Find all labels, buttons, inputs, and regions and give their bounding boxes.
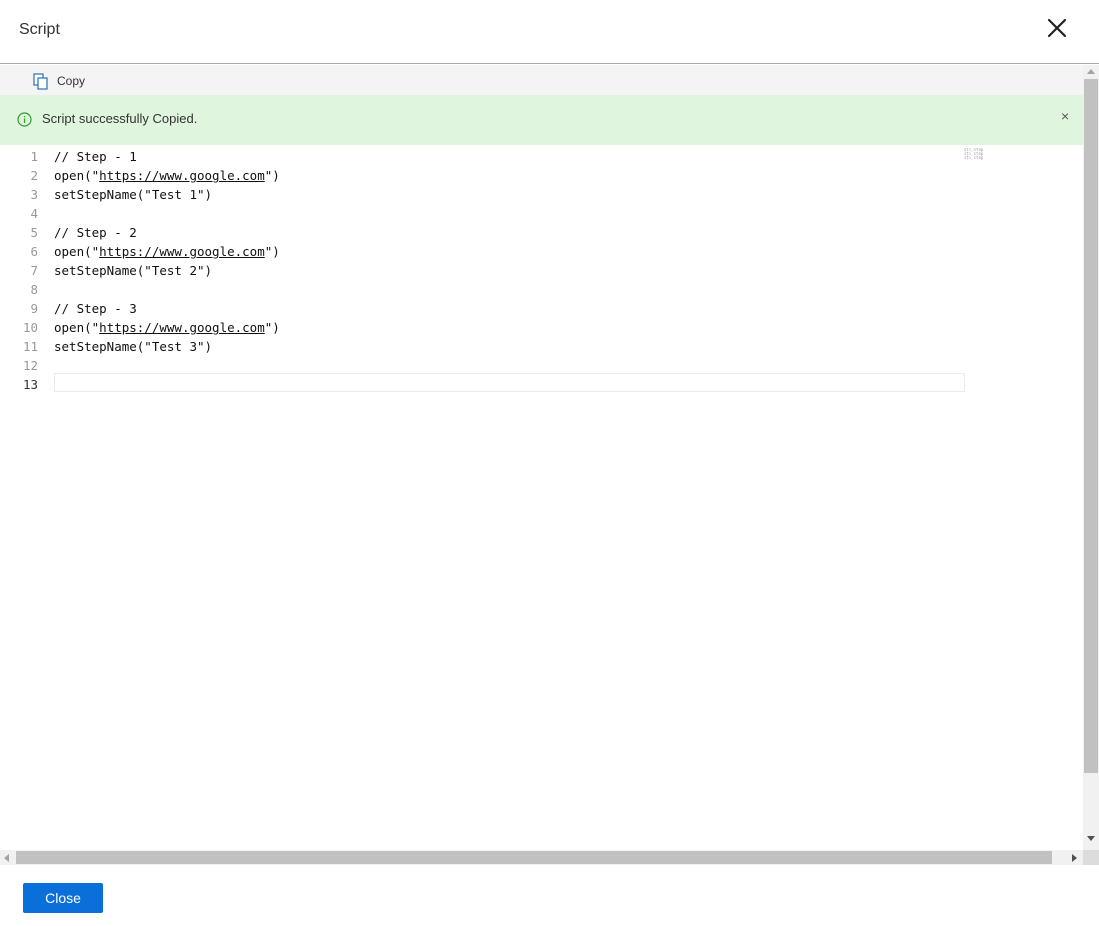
copy-button-label: Copy [57,74,86,88]
code-line: 2 open("https://www.google.com") [0,166,965,185]
code-text: open("https://www.google.com") [54,318,280,337]
alert-dismiss-button[interactable]: × [1061,109,1069,123]
url-link[interactable]: https://www.google.com [99,244,265,259]
scrollbar-corner [1083,850,1099,865]
code-line: 10 open("https://www.google.com") [0,318,965,337]
dialog-content: Copy Script successfully Copied. × 1 // S… [0,65,1099,865]
code-line: 12 [0,356,965,375]
code-text: setStepName("Test 1") [54,187,213,202]
dialog-footer: Close [0,865,1099,926]
success-alert: Script successfully Copied. × [0,95,1083,145]
code-line: 9 // Step - 3 [0,299,965,318]
dialog-header: Script [0,0,1099,64]
line-number: 1 [30,149,38,164]
code-line: 11 setStepName("Test 3") [0,337,965,356]
code-text: // Step - 1 [54,149,137,164]
code-text: open("https://www.google.com") [54,166,280,185]
code-text: setStepName("Test 3") [54,339,213,354]
code-text: // Step - 3 [54,301,137,316]
code-token: ") [264,244,280,259]
code-line: 5 // Step - 2 [0,223,965,242]
line-number: 7 [30,263,38,278]
line-number: 11 [22,339,38,354]
code-text: open("https://www.google.com") [54,242,280,261]
close-button[interactable]: Close [23,883,103,913]
copy-icon [33,72,48,90]
vertical-scroll-thumb[interactable] [1084,79,1098,773]
copy-button[interactable]: Copy [33,72,85,90]
code-token: ") [264,168,280,183]
line-number: 8 [30,282,38,297]
horizontal-scrollbar[interactable] [0,850,1083,865]
line-number: 13 [22,377,38,392]
line-number: 2 [30,168,38,183]
code-token: open(" [54,244,100,259]
dialog-title: Script [19,21,60,38]
line-number: 4 [30,206,38,221]
code-line: 7 setStepName("Test 2") [0,261,965,280]
line-number: 10 [22,320,38,335]
code-token: open(" [54,320,100,335]
vertical-scrollbar[interactable] [1083,65,1099,850]
scroll-down-arrow-icon[interactable] [1087,836,1095,841]
code-token: ") [264,320,280,335]
info-circle-icon [17,112,32,127]
code-text: setStepName("Test 2") [54,263,213,278]
editor-toolbar: Copy [0,65,1083,95]
line-number: 12 [22,358,38,373]
code-line: 8 [0,280,965,299]
line-number: 6 [30,244,38,259]
code-line: 6 open("https://www.google.com") [0,242,965,261]
scroll-left-arrow-icon[interactable] [4,854,9,862]
line-number: 3 [30,187,38,202]
scroll-right-arrow-icon[interactable] [1072,854,1077,862]
close-icon[interactable] [1045,16,1069,40]
minimap[interactable]: stl_step stl_step stl_step [964,148,996,160]
alert-message: Script successfully Copied. [42,111,198,126]
horizontal-scroll-thumb[interactable] [16,851,1052,864]
line-number: 9 [30,301,38,316]
code-text: // Step - 2 [54,225,137,240]
scroll-up-arrow-icon[interactable] [1087,69,1095,74]
line-number: 5 [30,225,38,240]
code-line: 3 setStepName("Test 1") [0,185,965,204]
code-editor[interactable]: 1// Step - 1 2 open("https://www.google.co… [0,145,1083,850]
code-line: 4 [0,204,965,223]
code-token: open(" [54,168,100,183]
url-link[interactable]: https://www.google.com [99,168,265,183]
code-line: 13 [0,375,965,394]
code-line: 1 // Step - 1 [0,147,965,166]
url-link[interactable]: https://www.google.com [99,320,265,335]
